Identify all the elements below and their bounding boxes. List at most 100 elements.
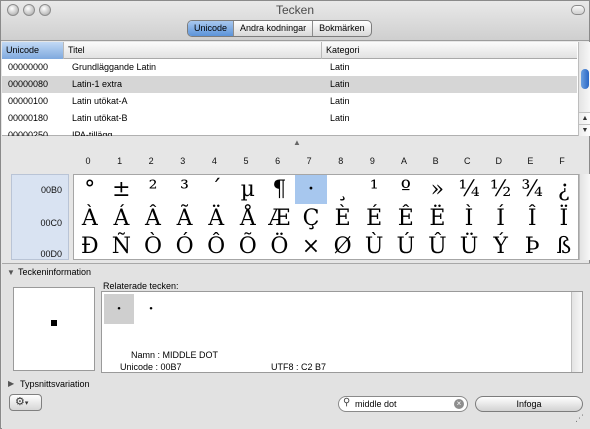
related-characters-label: Relaterade tecken:	[103, 281, 179, 291]
tab-other-encodings[interactable]: Andra kodningar	[234, 21, 314, 36]
glyph-cell[interactable]: ³	[169, 175, 201, 204]
glyph-cell[interactable]: Ï	[548, 204, 578, 233]
glyph-cell[interactable]: ¿	[548, 175, 578, 204]
row-title: Latin-1 extra	[72, 79, 123, 89]
glyph-cell[interactable]: É	[358, 204, 390, 233]
glyph-cell[interactable]: Ú	[390, 232, 422, 259]
char-utf8: UTF8 : C2 B7	[271, 362, 327, 372]
disclosure-closed-icon[interactable]: ▶	[8, 379, 14, 388]
glyph-cell[interactable]: Ã	[169, 204, 201, 233]
row-label-column: 00B0 00C0 00D0	[11, 174, 69, 260]
glyph-cell[interactable]: ¹	[358, 175, 390, 204]
glyph-cell[interactable]: Ë	[422, 204, 454, 233]
glyph-cell[interactable]: °	[74, 175, 106, 204]
table-row-selected[interactable]: 00000080 Latin-1 extra Latin	[2, 76, 577, 93]
glyph-cell[interactable]: Ò	[137, 232, 169, 259]
glyph-cell[interactable]: Ñ	[106, 232, 138, 259]
row-title: Latin utökat-B	[72, 113, 128, 123]
character-info-heading: Teckeninformation	[18, 267, 92, 277]
glyph-cell[interactable]: À	[74, 204, 106, 233]
disclosure-open-icon[interactable]: ▼	[7, 268, 15, 277]
hex-column-header: B	[432, 156, 439, 166]
hex-column-header: 8	[338, 156, 344, 166]
hex-column-header: D	[495, 156, 503, 166]
table-row[interactable]: 00000000 Grundläggande Latin Latin	[2, 59, 577, 76]
character-preview	[13, 287, 95, 371]
hex-column-header: C	[463, 156, 471, 166]
glyph-cell[interactable]: Æ	[264, 204, 296, 233]
table-row[interactable]: 00000100 Latin utökat-A Latin	[2, 93, 577, 110]
glyph-cell[interactable]: Û	[422, 232, 454, 259]
glyph-cell[interactable]: Å	[232, 204, 264, 233]
table-scroll-thumb[interactable]	[581, 69, 589, 89]
hex-column-header: 1	[117, 156, 123, 166]
glyph-cell[interactable]: Ð	[74, 232, 106, 259]
glyph-cell[interactable]: ¸	[327, 175, 359, 204]
scroll-up-arrow-icon[interactable]: ▲	[579, 112, 590, 124]
action-menu-button[interactable]: ⚙▾	[9, 394, 42, 411]
glyph-cell[interactable]: ß	[548, 232, 578, 259]
glyph-cell[interactable]: Ê	[390, 204, 422, 233]
grid-scrollbar[interactable]	[579, 174, 590, 260]
table-row[interactable]: 00000180 Latin utökat-B Latin	[2, 110, 577, 127]
unicode-block-table: Unicode Titel Kategori 00000000 Grundläg…	[2, 42, 590, 136]
glyph-cell[interactable]: Ä	[200, 204, 232, 233]
glyph-cell[interactable]: Ô	[200, 232, 232, 259]
tab-bookmarks[interactable]: Bokmärken	[313, 21, 371, 36]
glyph-cell[interactable]: µ	[232, 175, 264, 204]
related-char[interactable]: ·	[136, 294, 166, 324]
glyph-cell[interactable]: Á	[106, 204, 138, 233]
glyph-cell[interactable]: ½	[485, 175, 517, 204]
insert-button[interactable]: Infoga	[475, 396, 583, 412]
glyph-cell-selected[interactable]: ·	[295, 175, 327, 204]
glyph-cell[interactable]: È	[327, 204, 359, 233]
column-header-title[interactable]: Titel	[64, 42, 322, 59]
glyph-cell[interactable]: Ó	[169, 232, 201, 259]
glyph-cell[interactable]: Ç	[295, 204, 327, 233]
glyph-cell[interactable]: ²	[137, 175, 169, 204]
glyph-cell[interactable]: Î	[516, 204, 548, 233]
hex-column-header: 6	[275, 156, 281, 166]
row-code: 00000080	[8, 79, 49, 89]
glyph-cell[interactable]: ±	[106, 175, 138, 204]
chevron-down-icon: ▾	[24, 400, 29, 407]
hex-column-header: 3	[180, 156, 186, 166]
glyph-cell[interactable]: ´	[200, 175, 232, 204]
glyph-cell[interactable]: Ý	[485, 232, 517, 259]
char-name: Namn : MIDDLE DOT	[131, 350, 219, 360]
glyph-cell[interactable]: Õ	[232, 232, 264, 259]
search-field[interactable]: ⚲ middle dot ×	[338, 396, 468, 412]
row-code: 00000250	[8, 130, 49, 136]
glyph-cell[interactable]: Ø	[327, 232, 359, 259]
table-row[interactable]: 00000250 IPA-tillägg	[2, 127, 577, 136]
column-header-category[interactable]: Kategori	[322, 42, 577, 59]
column-header-unicode[interactable]: Unicode	[2, 42, 64, 59]
clear-search-icon[interactable]: ×	[454, 399, 464, 409]
glyph-cell[interactable]: ×	[295, 232, 327, 259]
row-code: 00000180	[8, 113, 49, 123]
glyph-cell[interactable]: Â	[137, 204, 169, 233]
glyph-cell[interactable]: Ü	[453, 232, 485, 259]
glyph-cell[interactable]: Ù	[358, 232, 390, 259]
glyph-cell[interactable]: ¼	[453, 175, 485, 204]
glyph-cell[interactable]: Ö	[264, 232, 296, 259]
related-char[interactable]: ·	[104, 294, 134, 324]
glyph-cell[interactable]: º	[390, 175, 422, 204]
glyph-cell[interactable]: Ì	[453, 204, 485, 233]
glyph-cell[interactable]: »	[422, 175, 454, 204]
table-scrollbar[interactable]: ▲ ▼	[578, 42, 590, 136]
split-view-handle-icon[interactable]: ▲	[293, 138, 301, 147]
row-category: Latin	[330, 62, 350, 72]
glyph-cell[interactable]: ¾	[516, 175, 548, 204]
resize-grip-icon[interactable]: ⋰	[575, 413, 584, 424]
character-grid: ° ± ² ³ ´ µ ¶ · ¸ ¹ º» ¼ ½ ¾ ¿ À Á Â Ã Ä Å Æ Ç È É Ê Ë Ì Í Î Ï Ð Ñ Ò Ó Ô Õ Ö ×…	[73, 174, 579, 260]
toolbar-toggle-button[interactable]	[571, 5, 585, 15]
tab-unicode[interactable]: Unicode	[188, 21, 235, 36]
row-title: IPA-tillägg	[72, 130, 113, 136]
glyph-cell[interactable]: Þ	[516, 232, 548, 259]
related-scrollbar[interactable]	[571, 292, 582, 372]
search-input[interactable]: middle dot	[355, 399, 397, 409]
scroll-down-arrow-icon[interactable]: ▼	[579, 124, 590, 136]
glyph-cell[interactable]: Í	[485, 204, 517, 233]
glyph-cell[interactable]: ¶	[264, 175, 296, 204]
